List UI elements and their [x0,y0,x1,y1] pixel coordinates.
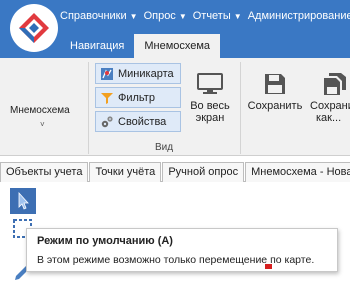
save-button[interactable]: Сохранить [245,72,305,112]
menu-reports-label: Отчеты [192,10,231,22]
minimap-icon [101,67,113,80]
cursor-arrow-icon [18,191,29,210]
save-as-button[interactable]: Сохрани как... [306,72,350,124]
full-screen-button[interactable]: Во весь экран [188,72,232,124]
menu-admin[interactable]: Администрирование [248,10,350,22]
save-as-label-2: как... [316,112,342,124]
document-tabs: Объекты учета Точки учёта Ручной опрос М… [0,162,350,182]
ribbon: Мнемосхема ˅ Миникарта Фильтр Свойства В… [0,58,350,156]
doc-tab-points[interactable]: Точки учёта [89,162,162,182]
filter-icon [101,92,113,104]
tooltip-body: В этом режиме возможно только перемещени… [37,254,315,266]
save-as-label-1: Сохрани [310,100,350,112]
tooltip: Режим по умолчанию (A) В этом режиме воз… [26,228,338,272]
menu-admin-label: Администрирование [247,10,350,22]
default-mode-tool[interactable] [10,188,36,214]
doc-tab-mnemoscheme[interactable]: Мнемосхема - Нова [245,162,350,182]
tab-navigation[interactable]: Навигация [60,34,134,58]
mnemo-dropdown-label[interactable]: Мнемосхема [10,105,70,116]
doc-tab-manual-poll[interactable]: Ручной опрос [162,162,245,182]
app-logo[interactable] [10,4,58,52]
chevron-down-icon[interactable]: ˅ [40,120,45,129]
save-label: Сохранить [247,100,303,112]
chevron-down-icon: ▼ [129,11,138,21]
properties-button[interactable]: Свойства [95,111,181,132]
menu-references-label: Справочники [60,10,127,22]
main-menu: Справочники ▼ Опрос ▼ Отчеты ▼ Администр… [60,10,350,22]
chevron-down-icon: ▼ [178,11,187,21]
monitor-icon [197,73,223,94]
tab-mnemoscheme[interactable]: Мнемосхема [134,34,221,58]
menu-poll-label: Опрос [143,10,176,22]
menu-references[interactable]: Справочники ▼ [60,10,138,22]
app-header: Справочники ▼ Опрос ▼ Отчеты ▼ Администр… [0,0,350,58]
minimap-button[interactable]: Миникарта [95,63,181,84]
ribbon-tabs: Навигация Мнемосхема [60,34,221,58]
chevron-down-icon: ▼ [233,11,242,21]
ribbon-separator [240,62,241,154]
ribbon-separator [88,62,89,154]
floppy-stack-icon [324,73,346,95]
logo-icon [19,13,49,43]
filter-label: Фильтр [118,91,155,104]
view-group-label: Вид [155,142,174,153]
floppy-icon [265,74,285,94]
properties-label: Свойства [118,115,167,128]
full-screen-label-1: Во весь [190,100,230,112]
text-cursor-marker [265,264,272,269]
tooltip-title: Режим по умолчанию (A) [37,235,173,247]
menu-poll[interactable]: Опрос ▼ [144,10,187,22]
minimap-label: Миникарта [118,67,174,80]
doc-tab-objects[interactable]: Объекты учета [0,162,89,182]
menu-reports[interactable]: Отчеты ▼ [193,10,242,22]
gears-icon [101,115,113,127]
filter-button[interactable]: Фильтр [95,87,181,108]
full-screen-label-2: экран [195,112,225,124]
